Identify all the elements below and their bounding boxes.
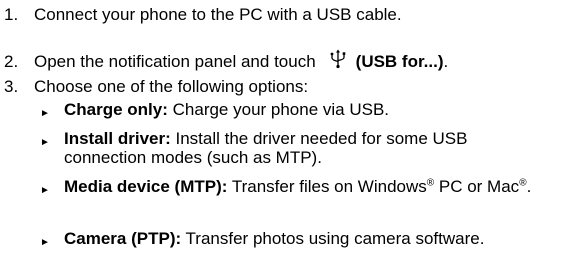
step-number: 1.: [4, 5, 19, 24]
step-number: 2.: [4, 52, 19, 71]
step-number: 3.: [4, 77, 19, 96]
option-description: Transfer photos using camera software.: [181, 229, 485, 248]
option-label: Camera (PTP):: [64, 229, 182, 248]
triangle-bullet-icon: ►: [40, 108, 50, 119]
option-text: Charge only: Charge your phone via USB.: [64, 100, 544, 119]
option-description: Transfer files on Windows: [227, 177, 427, 196]
option-description: Charge your phone via USB.: [167, 100, 390, 119]
option-text: Camera (PTP): Transfer photos using came…: [64, 229, 544, 248]
triangle-bullet-icon: ►: [40, 137, 50, 148]
option-camera: ► Camera (PTP): Transfer photos using ca…: [36, 229, 544, 252]
option-label: Charge only:: [64, 100, 168, 119]
usb-for-label: (USB for...): [355, 52, 444, 71]
step-2: 2. Open the notification panel and touch…: [0, 47, 448, 72]
step-text: Open the notification panel and touch: [34, 52, 316, 71]
option-label: Install driver:: [64, 129, 171, 148]
option-text: Install driver: Install the driver neede…: [64, 129, 544, 167]
usb-icon: [328, 49, 348, 69]
option-description: .: [526, 177, 532, 196]
option-label: Media device (MTP):: [64, 177, 228, 196]
triangle-bullet-icon: ►: [40, 237, 50, 248]
step-text: Choose one of the following options:: [34, 77, 309, 96]
option-media-device: ► Media device (MTP): Transfer files on …: [36, 177, 544, 200]
step-3: 3. Choose one of the following options:: [0, 77, 308, 97]
step-punctuation: .: [443, 52, 449, 71]
triangle-bullet-icon: ►: [40, 185, 50, 196]
registered-mark: ®: [519, 177, 527, 189]
option-charge-only: ► Charge only: Charge your phone via USB…: [36, 100, 544, 123]
option-install-driver: ► Install driver: Install the driver nee…: [36, 129, 544, 167]
instruction-document: 1. Connect your phone to the PC with a U…: [0, 0, 567, 255]
step-text: Connect your phone to the PC with a USB …: [34, 5, 402, 24]
option-description: PC or Mac: [434, 177, 520, 196]
step-1: 1. Connect your phone to the PC with a U…: [0, 5, 402, 25]
option-text: Media device (MTP): Transfer files on Wi…: [64, 177, 544, 196]
